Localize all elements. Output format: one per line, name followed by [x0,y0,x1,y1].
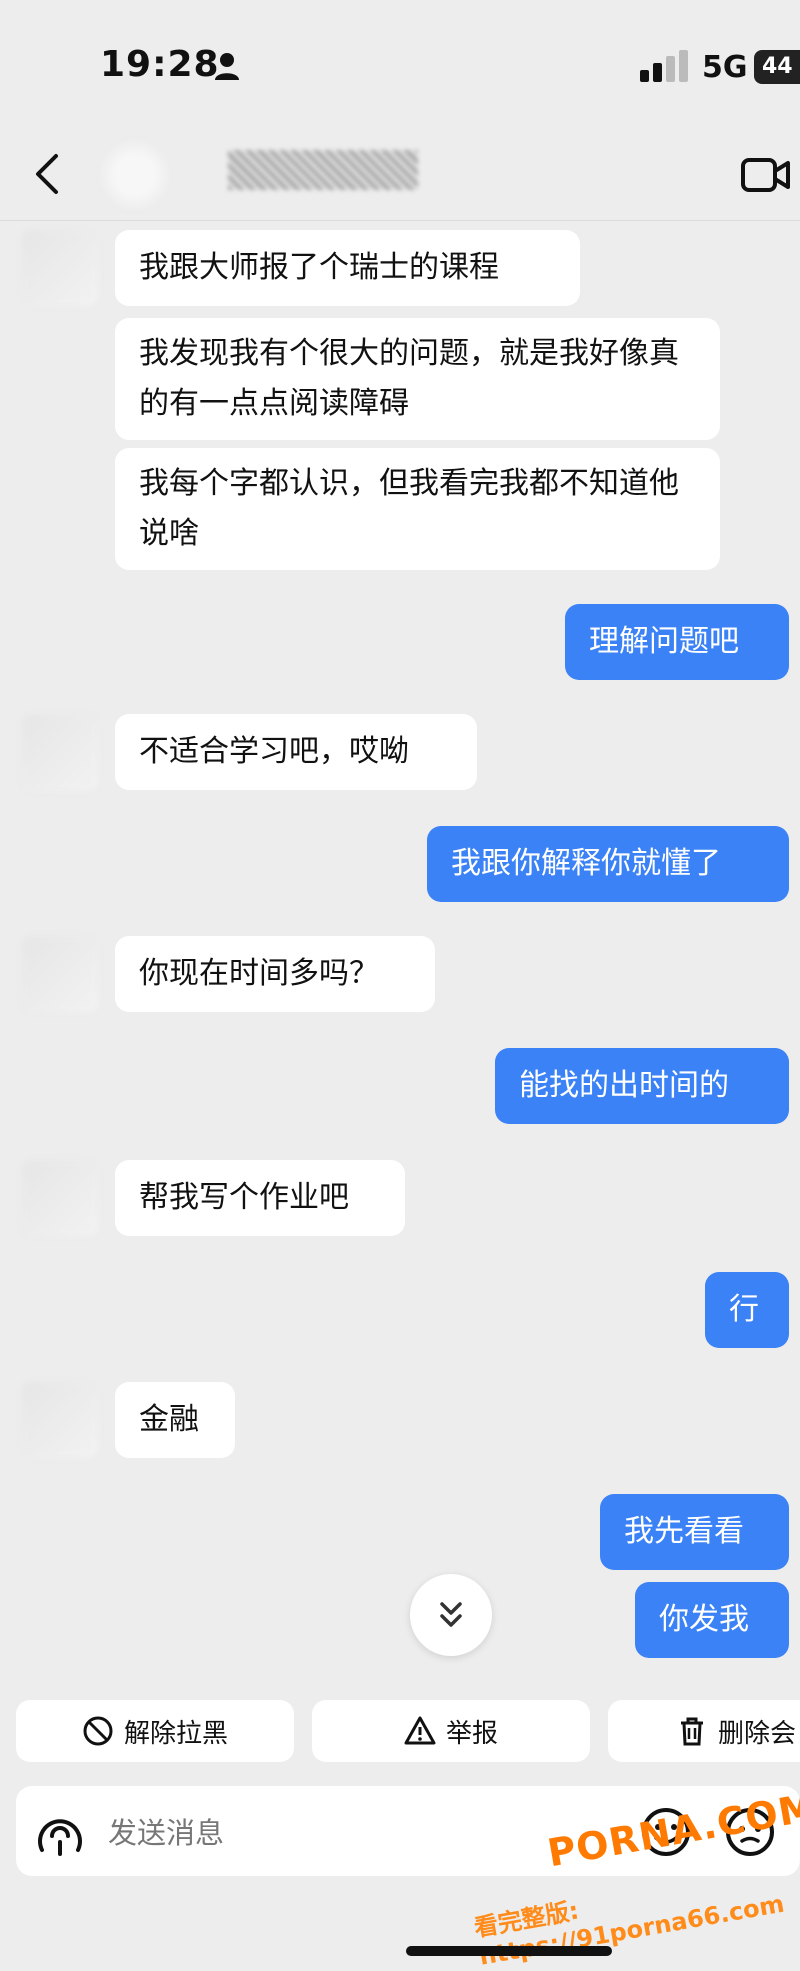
avatar[interactable] [22,230,98,306]
voice-icon[interactable] [34,1806,86,1856]
report-button[interactable]: 举报 [312,1700,590,1762]
message-bubble-received[interactable]: 你现在时间多吗？ [115,936,435,1012]
contact-avatar[interactable] [100,140,170,210]
message-bubble-received[interactable]: 帮我写个作业吧 [115,1160,405,1236]
message-bubble-received[interactable]: 我每个字都认识，但我看完我都不知道他说啥 [115,448,720,570]
message-bubble-received[interactable]: 我跟大师报了个瑞士的课程 [115,230,580,306]
message-list[interactable]: 我跟大师报了个瑞士的课程 我发现我有个很大的问题，就是我好像真的有一点点阅读障碍… [0,220,800,1700]
avatar[interactable] [22,1160,98,1236]
message-bubble-sent[interactable]: 你发我 [635,1582,789,1658]
message-bubble-sent[interactable]: 理解问题吧 [565,604,789,680]
trash-icon [681,1717,703,1746]
message-bubble-received[interactable]: 金融 [115,1382,235,1458]
signal-icon [640,50,688,82]
avatar[interactable] [22,936,98,1012]
scroll-to-bottom-button[interactable] [410,1574,492,1656]
warning-icon [404,1716,436,1745]
report-label: 举报 [445,1718,498,1749]
status-bar: 19:28 5G 44 [0,0,800,130]
message-bubble-received[interactable]: 我发现我有个很大的问题，就是我好像真的有一点点阅读障碍 [115,318,720,440]
message-bubble-sent[interactable]: 能找的出时间的 [495,1048,789,1124]
message-bubble-sent[interactable]: 行 [705,1272,789,1348]
home-indicator [406,1946,612,1956]
unblock-label: 解除拉黑 [123,1718,228,1749]
unblock-button[interactable]: 解除拉黑 [16,1700,294,1762]
chevron-left-icon[interactable] [30,152,64,196]
double-chevron-down-icon [440,1602,462,1627]
network-type: 5G [702,50,748,85]
status-time: 19:28 [100,44,220,85]
message-input[interactable]: 发送消息 [108,1810,224,1852]
message-bubble-sent[interactable]: 我跟你解释你就懂了 [427,826,789,902]
avatar[interactable] [22,1382,98,1458]
chat-header [0,130,800,221]
delete-chat-button[interactable]: 删除会 [608,1700,800,1762]
chat-action-bar: 解除拉黑 举报 删除会 [0,1700,800,1770]
message-bubble-sent[interactable]: 我先看看 [600,1494,789,1570]
block-icon [83,1716,113,1746]
video-camera-icon[interactable] [740,155,792,195]
person-icon [215,53,239,80]
contact-name-redacted[interactable] [228,150,418,190]
battery-level: 44 [754,50,800,84]
avatar[interactable] [22,715,98,791]
message-bubble-received[interactable]: 不适合学习吧，哎呦 [115,714,477,790]
delete-chat-label: 删除会 [718,1718,797,1749]
